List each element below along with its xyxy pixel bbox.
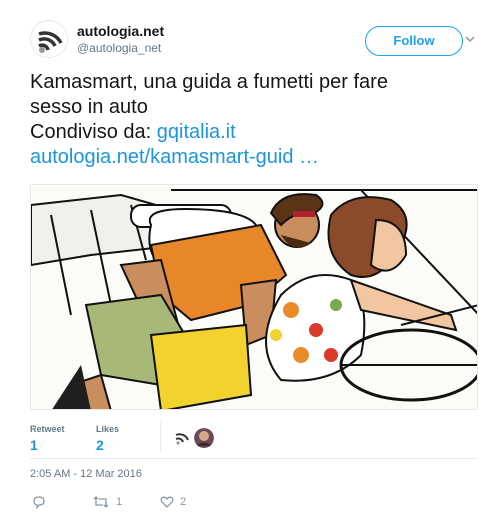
tweet-text-line-4: autologia.net/kamasmart-guid … — [30, 145, 480, 170]
source-link[interactable]: gqitalia.it — [157, 121, 236, 143]
tweet-text-line-1: Kamasmart, una guida a fumetti per fare — [30, 71, 388, 93]
chevron-down-icon[interactable] — [465, 34, 475, 44]
account-handle[interactable]: @autologia_net — [77, 41, 161, 55]
retweet-button[interactable]: 1 — [92, 493, 122, 511]
tweet-actions: 1 2 — [30, 493, 478, 513]
likes-label: Likes — [96, 424, 120, 434]
comic-illustration-couple-in-car — [31, 185, 477, 409]
retweets-stat[interactable]: Retweet 1 — [30, 424, 65, 453]
timestamp-divider-line — [30, 484, 478, 485]
retweets-count: 1 — [30, 437, 38, 453]
tweet-timestamp[interactable]: 2:05 AM - 12 Mar 2016 — [30, 468, 142, 480]
like-button[interactable]: 2 — [160, 493, 186, 511]
stats-divider — [160, 422, 161, 452]
tweet-media-image[interactable] — [30, 184, 478, 410]
tweet-text: Kamasmart, una guida a fumetti per fare … — [30, 70, 480, 170]
tweet-stats: Retweet 1 Likes 2 — [30, 418, 478, 458]
shared-by-label: Condiviso da: — [30, 121, 157, 143]
retweets-label: Retweet — [30, 424, 65, 434]
like-action-count: 2 — [180, 496, 187, 508]
account-name[interactable]: autologia.net — [77, 23, 164, 39]
tweet-header: autologia.net @autologia_net Follow — [30, 20, 480, 60]
stats-divider-line — [30, 458, 478, 459]
liker-avatar-1[interactable] — [172, 428, 192, 448]
retweet-action-count: 1 — [116, 496, 123, 508]
tweet-text-line-2: sesso in auto — [30, 96, 148, 118]
likes-count: 2 — [96, 437, 104, 453]
reply-icon — [33, 496, 45, 509]
liker-avatar-2[interactable] — [194, 428, 214, 448]
tweet-text-line-3: Condiviso da: gqitalia.it — [30, 120, 480, 145]
follow-button[interactable]: Follow — [365, 26, 463, 56]
heart-icon — [160, 496, 174, 508]
likes-stat[interactable]: Likes 2 — [96, 424, 119, 453]
article-link[interactable]: autologia.net/kamasmart-guid … — [30, 146, 319, 168]
wifi-signal-logo-icon — [32, 22, 67, 57]
account-avatar[interactable] — [30, 20, 68, 58]
user-photo-icon — [194, 428, 214, 448]
wifi-signal-logo-icon — [172, 428, 192, 448]
reply-button[interactable] — [32, 493, 46, 511]
retweet-icon — [93, 496, 109, 508]
